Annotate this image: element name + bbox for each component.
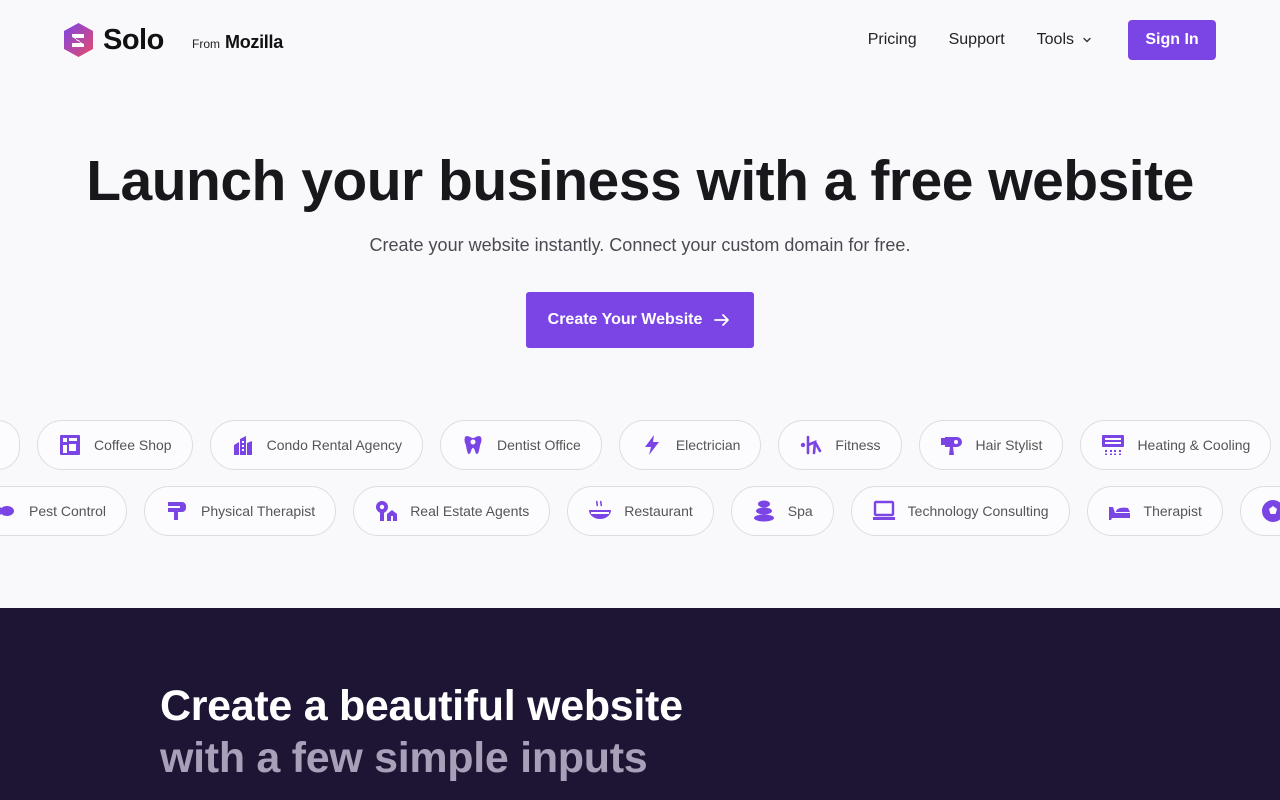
lightning-icon	[640, 433, 664, 457]
category-label: Physical Therapist	[201, 503, 316, 519]
category-pill-spa[interactable]: Spa	[730, 486, 834, 536]
category-label: Technology Consulting	[907, 503, 1049, 519]
category-label: Heating & Cooling	[1137, 437, 1251, 453]
create-website-button[interactable]: Create Your Website	[526, 292, 754, 348]
category-pill-restaurant[interactable]: Restaurant	[567, 486, 714, 536]
category-label: Condo Rental Agency	[266, 437, 403, 453]
nav-tools[interactable]: Tools	[1037, 31, 1092, 49]
category-pill-real-estate[interactable]: Real Estate Agents	[353, 486, 551, 536]
category-label: Hair Stylist	[975, 437, 1043, 453]
category-label: Dentist Office	[497, 437, 581, 453]
hair-dryer-icon	[940, 433, 964, 457]
category-pill-physical-therapist[interactable]: Physical Therapist	[144, 486, 337, 536]
category-pill-technology-consulting[interactable]: Technology Consulting	[850, 486, 1070, 536]
create-website-label: Create Your Website	[547, 311, 703, 328]
stones-icon	[752, 499, 776, 523]
hvac-icon	[1101, 433, 1125, 457]
tooth-icon	[461, 433, 485, 457]
solo-logo[interactable]: Solo	[63, 22, 164, 58]
features-section: Create a beautiful website with a few si…	[0, 608, 1280, 800]
nav-support[interactable]: Support	[949, 31, 1005, 49]
category-pill-therapist[interactable]: Therapist	[1086, 486, 1223, 536]
category-label: Coffee Shop	[94, 437, 172, 453]
category-row-2: Pest Control Physical Therapist Real Est…	[0, 486, 1280, 538]
sign-in-button[interactable]: Sign In	[1128, 20, 1216, 60]
pest-icon	[0, 499, 17, 523]
ball-icon	[1261, 499, 1280, 523]
therapy-icon	[165, 499, 189, 523]
category-pill-coffee-shop[interactable]: Coffee Shop	[37, 420, 193, 470]
category-pill-pest-control[interactable]: Pest Control	[0, 486, 128, 536]
category-pill-electrician[interactable]: Electrician	[618, 420, 762, 470]
category-pill-condo-rental[interactable]: Condo Rental Agency	[209, 420, 424, 470]
category-label: Restaurant	[624, 503, 693, 519]
couch-icon	[1108, 499, 1132, 523]
category-pill-partial-t[interactable]: T	[1239, 486, 1280, 536]
chevron-down-icon	[1083, 37, 1091, 43]
main-nav: Pricing Support Tools Sign In	[868, 20, 1216, 60]
category-label: Real Estate Agents	[410, 503, 530, 519]
hero-title: Launch your business with a free website	[86, 149, 1194, 213]
category-pill-heating-cooling[interactable]: Heating & Cooling	[1080, 420, 1272, 470]
house-key-icon	[374, 499, 398, 523]
solo-logo-icon	[64, 23, 93, 57]
arrow-right-icon	[714, 314, 730, 326]
from-label: From	[192, 37, 220, 51]
mozilla-wordmark: Mozilla	[225, 32, 283, 52]
coffee-machine-icon	[58, 433, 82, 457]
category-label: Spa	[787, 503, 813, 519]
from-mozilla: From Mozilla	[192, 32, 283, 53]
brand-name: Solo	[103, 23, 164, 56]
category-label: Therapist	[1143, 503, 1202, 519]
category-pill-hair-stylist[interactable]: Hair Stylist	[918, 420, 1064, 470]
section-subheading: with a few simple inputs	[160, 734, 648, 782]
category-pill-dentist[interactable]: Dentist Office	[440, 420, 602, 470]
nav-pricing[interactable]: Pricing	[868, 31, 917, 49]
nav-tools-label: Tools	[1036, 31, 1074, 48]
category-label: Fitness	[835, 437, 881, 453]
bowl-icon	[588, 499, 612, 523]
buildings-icon	[231, 433, 255, 457]
category-pill-partial[interactable]	[0, 420, 20, 470]
exercise-icon	[799, 433, 823, 457]
category-pill-fitness[interactable]: Fitness	[778, 420, 902, 470]
laptop-icon	[872, 499, 896, 523]
site-header: Solo From Mozilla Pricing Support Tools …	[0, 0, 1280, 80]
category-label: Electrician	[675, 437, 741, 453]
section-heading: Create a beautiful website	[160, 682, 683, 730]
category-label: Pest Control	[29, 503, 107, 519]
category-row-1: Coffee Shop Condo Rental Agency Dentist …	[0, 420, 1280, 472]
hero-subtitle: Create your website instantly. Connect y…	[369, 235, 911, 255]
